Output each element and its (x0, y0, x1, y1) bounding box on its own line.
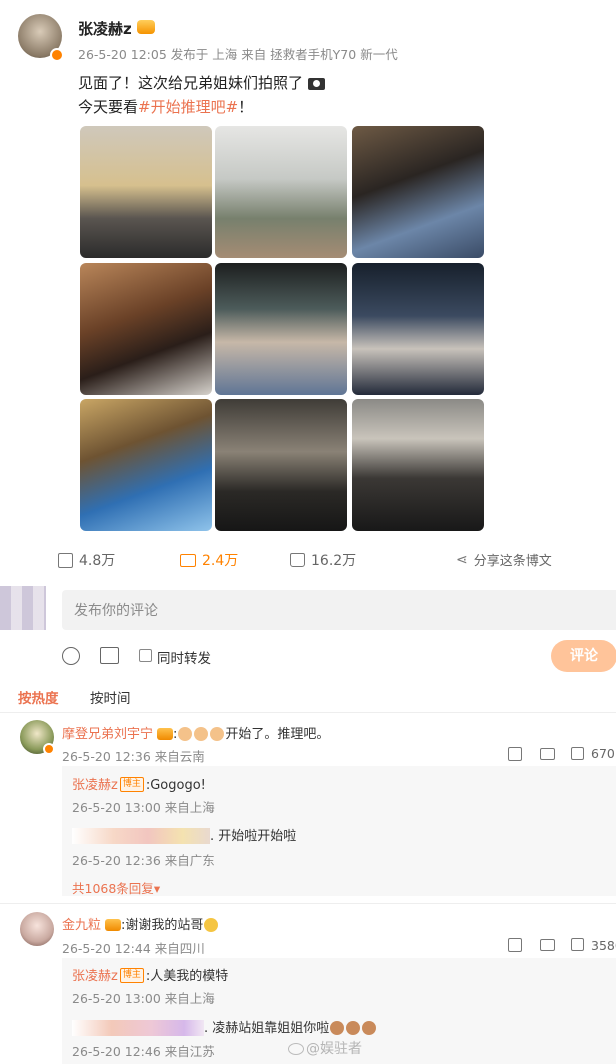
photo-2[interactable] (215, 126, 347, 258)
reply-text: :人美我的模特 (145, 969, 229, 984)
blurred-username (72, 827, 210, 844)
comment-2-meta: 26-5-20 12:44 来自四川 (62, 941, 205, 956)
divider (0, 903, 616, 904)
reply-1-1: 张凌赫z 博主:Gogogo! (72, 774, 206, 793)
comment-2-like-count: 3580 (591, 938, 616, 953)
photo-9[interactable] (352, 399, 484, 531)
emoji-icon[interactable] (62, 647, 80, 665)
more-replies-label: 共1068条回复 (72, 881, 154, 896)
reply-2-2: . 凌赫站姐靠姐姐你啦 (72, 1017, 377, 1036)
post-text-2-prefix: 今天要看 (78, 98, 139, 116)
sunglasses-emoji-icon (204, 917, 219, 932)
comment-1-repost-icon[interactable] (508, 747, 522, 761)
share-label: 分享这条博文 (473, 554, 552, 569)
comment-1-like-count: 6701 (591, 746, 616, 761)
photo-1[interactable] (80, 126, 212, 258)
post-text-1: 见面了！这次给兄弟姐妹们拍照了 (78, 74, 304, 92)
comment-input[interactable]: 发布你的评论 (62, 590, 616, 630)
share-icon: ⋖ (456, 551, 468, 568)
comment-input-placeholder: 发布你的评论 (74, 603, 158, 619)
clap-emoji-icon (330, 1020, 345, 1035)
post-text-2-suffix: ！ (238, 98, 254, 116)
comment-2-text: :谢谢我的站哥 (121, 918, 204, 933)
reply-1-2: . 开始啦开始啦 (72, 825, 296, 844)
photo-7[interactable] (80, 399, 212, 531)
comment-2-like-icon[interactable] (571, 938, 584, 951)
photo-6[interactable] (352, 263, 484, 395)
author-badge: 博主 (119, 968, 144, 983)
fan-crown-icon (157, 727, 174, 740)
blurred-username (72, 1019, 204, 1036)
verified-badge-icon (50, 48, 64, 62)
repost-checkbox-label: 同时转发 (157, 651, 211, 667)
repost-button[interactable]: 4.8万 (58, 550, 115, 570)
reply-2-1: 张凌赫z 博主:人美我的模特 (72, 965, 228, 984)
watermark-text: @娱驻者 (306, 1041, 362, 1057)
comment-button[interactable]: 2.4万 (180, 550, 238, 570)
reply-text: . 凌赫站姐靠姐姐你啦 (204, 1021, 330, 1036)
my-avatar (0, 586, 46, 630)
fan-crown-icon (105, 918, 122, 931)
comment-1-like-icon[interactable] (571, 747, 584, 760)
reply-text: . 开始啦开始啦 (210, 829, 297, 844)
divider (0, 712, 616, 713)
weibo-watermark: @娱驻者 (288, 1038, 362, 1058)
repost-count: 4.8万 (79, 553, 116, 569)
repost-icon (58, 552, 73, 568)
camera-icon (307, 77, 325, 90)
commenter-verified-icon-1 (43, 743, 55, 755)
photo-5[interactable] (215, 263, 347, 395)
comment-1-reply-icon[interactable] (540, 748, 555, 760)
comment-1-text: 开始了。推理吧。 (225, 727, 330, 742)
image-icon[interactable] (100, 647, 119, 664)
commenter-name-1[interactable]: 摩登兄弟刘宇宁 (62, 727, 153, 742)
reply-2-2-meta: 26-5-20 12:46 来自江苏 (72, 1044, 215, 1059)
share-button[interactable]: ⋖ 分享这条博文 (456, 550, 552, 570)
clap-emoji-icon (362, 1020, 377, 1035)
tab-by-time[interactable]: 按时间 (90, 687, 131, 707)
clap-emoji-icon (346, 1020, 361, 1035)
reply-1-1-meta: 26-5-20 13:00 来自上海 (72, 800, 215, 815)
pray-emoji-icon (194, 726, 209, 741)
reply-author[interactable]: 张凌赫z (72, 969, 118, 984)
author-badge: 博主 (119, 777, 144, 792)
post-text-line2: 今天要看#开始推理吧#！ (78, 96, 253, 117)
post-meta: 26-5-20 12:05 发布于 上海 来自 拯救者手机Y70 新一代 (78, 47, 398, 62)
comment-2-reply-icon[interactable] (540, 939, 555, 951)
comment-2-repost-icon[interactable] (508, 938, 522, 952)
pray-emoji-icon (178, 726, 193, 741)
comment-count: 2.4万 (202, 553, 239, 569)
submit-comment-button[interactable]: 评论 (551, 640, 616, 672)
reply-text: :Gogogo! (145, 778, 206, 793)
reply-2-1-meta: 26-5-20 13:00 来自上海 (72, 991, 215, 1006)
pray-emoji-icon (210, 726, 225, 741)
commenter-avatar-2[interactable] (20, 912, 54, 946)
caret-down-icon: ▾ (153, 881, 161, 896)
post-text-line1: 见面了！这次给兄弟姐妹们拍照了 (78, 72, 325, 93)
comment-1-meta: 26-5-20 12:36 来自云南 (62, 749, 205, 764)
like-button[interactable]: 16.2万 (290, 550, 356, 570)
photo-3[interactable] (352, 126, 484, 258)
tab-by-hot[interactable]: 按热度 (18, 687, 59, 707)
repost-checkbox[interactable] (139, 649, 152, 662)
commenter-name-2[interactable]: 金九粒 (62, 918, 101, 933)
photo-4[interactable] (80, 263, 212, 395)
thumbs-up-icon (290, 553, 305, 567)
weibo-logo-icon (288, 1043, 304, 1055)
reply-1-2-meta: 26-5-20 12:36 来自广东 (72, 853, 215, 868)
photo-8[interactable] (215, 399, 347, 531)
like-count: 16.2万 (311, 553, 357, 569)
author-name[interactable]: 张凌赫z (78, 18, 132, 39)
comment-icon (180, 553, 196, 567)
comment-1-line: 摩登兄弟刘宇宁: 开始了。推理吧。 (62, 726, 330, 742)
comment-2-line: 金九粒 :谢谢我的站哥 (62, 914, 219, 933)
reply-author[interactable]: 张凌赫z (72, 778, 118, 793)
fan-level-icon (137, 20, 155, 34)
hashtag-link[interactable]: #开始推理吧# (138, 98, 238, 116)
more-replies-link[interactable]: 共1068条回复▾ (72, 878, 160, 897)
